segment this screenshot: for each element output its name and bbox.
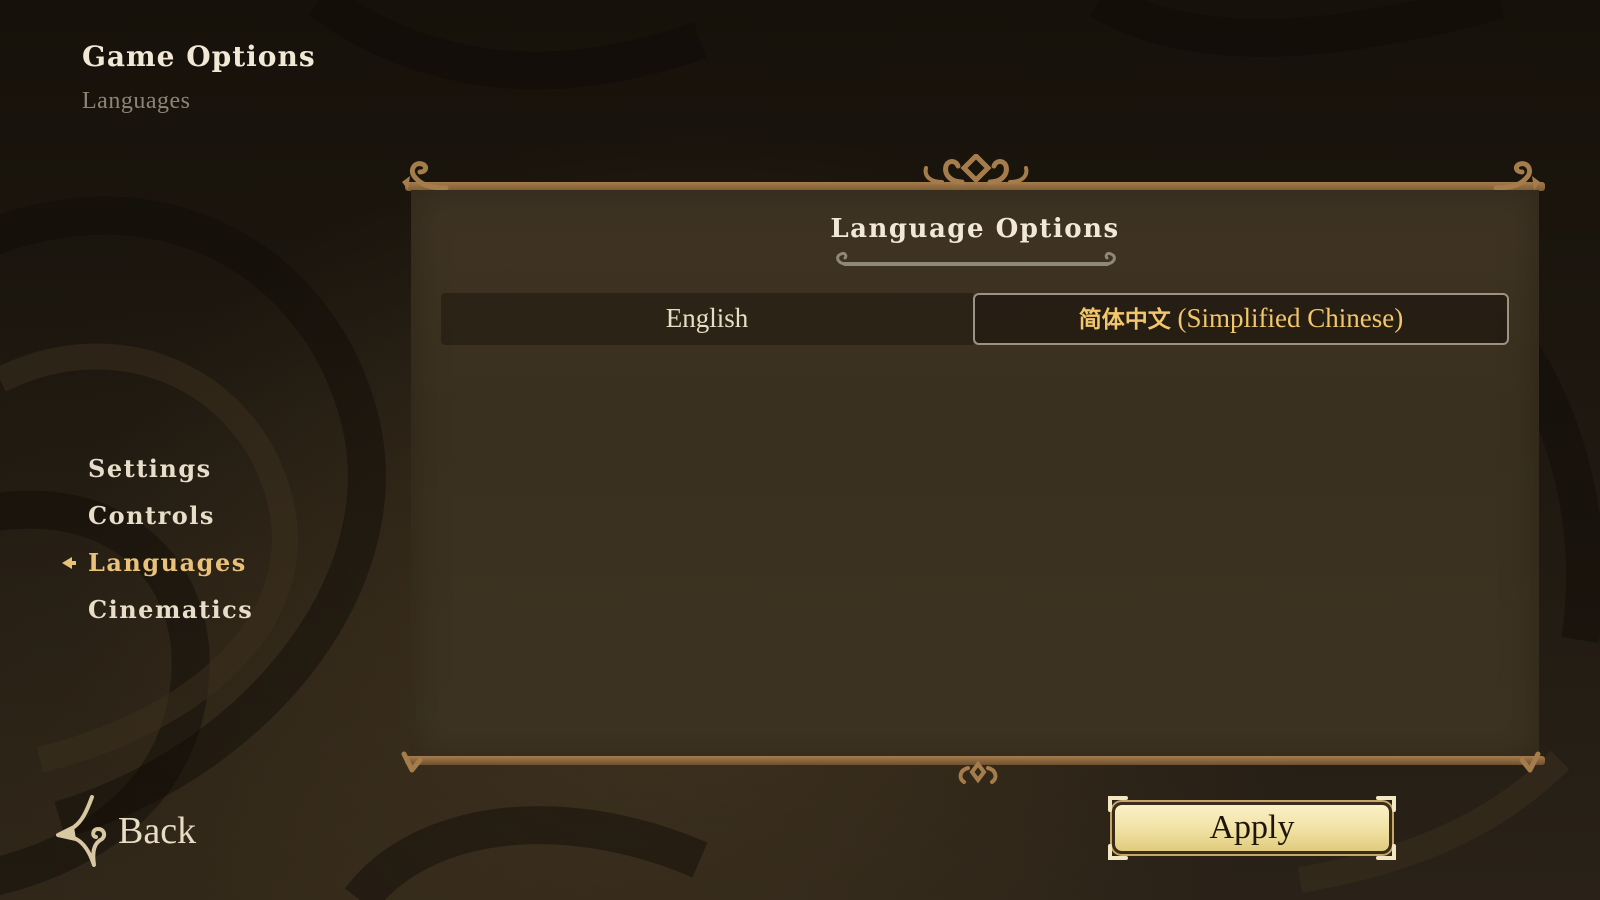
apply-button[interactable]: Apply: [1104, 796, 1400, 860]
back-label: Back: [118, 810, 197, 852]
apply-label: Apply: [1209, 809, 1295, 846]
page-subtitle: Languages: [82, 88, 191, 114]
panel-title: Language Options: [830, 214, 1120, 244]
language-option-label: English: [665, 303, 749, 333]
title-underline-ornament: [836, 252, 1116, 266]
selection-arrow-icon: [62, 557, 76, 569]
language-option-native-label: 简体中文: [1078, 307, 1171, 333]
language-selector: English 简体中文 (Simplified Chinese): [441, 293, 1509, 345]
corner-ornament-icon: [402, 161, 449, 191]
sidebar-item-label: Cinematics: [88, 595, 254, 624]
page-title: Game Options: [82, 40, 316, 73]
language-option-label: (Simplified Chinese): [1177, 303, 1404, 333]
sidebar-item-label: Languages: [88, 548, 247, 577]
sidebar-item-cinematics[interactable]: Cinematics: [60, 586, 320, 633]
language-options-panel: Language Options English 简体中文 (Simplifie…: [411, 190, 1539, 760]
sidebar-item-label: Controls: [88, 501, 215, 530]
sidebar-nav: Settings Controls Languages Cinematics: [60, 445, 320, 633]
back-button[interactable]: Back: [56, 795, 197, 867]
corner-ornament-icon: [1519, 751, 1541, 773]
language-option-english[interactable]: English: [441, 293, 973, 345]
language-option-simplified-chinese[interactable]: 简体中文 (Simplified Chinese): [973, 293, 1509, 345]
bottom-crest-ornament-icon: [958, 760, 998, 784]
corner-ornament-icon: [401, 751, 423, 773]
crest-ornament-icon: [923, 154, 1029, 185]
sidebar-item-settings[interactable]: Settings: [60, 445, 320, 492]
sidebar-item-controls[interactable]: Controls: [60, 492, 320, 539]
corner-ornament-icon: [1493, 161, 1540, 191]
sidebar-item-label: Settings: [88, 454, 212, 483]
back-arrow-icon: [56, 795, 107, 867]
sidebar-item-languages[interactable]: Languages: [60, 539, 320, 586]
